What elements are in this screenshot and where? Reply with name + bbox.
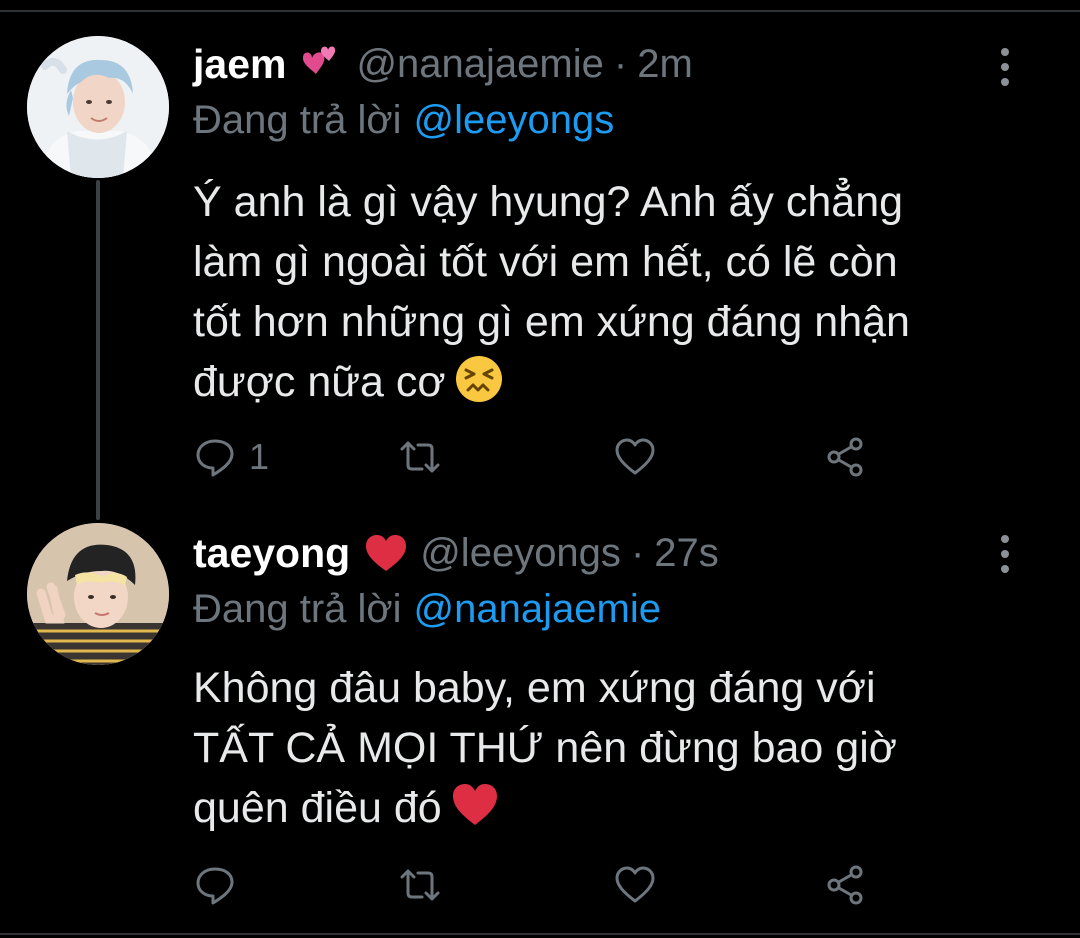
replying-to-mention[interactable]: @leeyongs xyxy=(414,98,615,142)
share-icon xyxy=(827,437,863,477)
more-options-button[interactable] xyxy=(990,45,1020,89)
more-dot-icon xyxy=(1001,535,1009,543)
tweet-text-line: TẤT CẢ MỌI THỨ nên đừng bao giờ xyxy=(193,724,897,772)
tweet-text-line-content: quên điều đó xyxy=(193,784,442,832)
retweet-button[interactable] xyxy=(398,432,454,482)
more-dot-icon xyxy=(1001,565,1009,573)
display-name[interactable]: taeyong xyxy=(193,530,350,577)
red-heart-emoji xyxy=(364,533,408,573)
confounded-face-emoji xyxy=(454,354,504,404)
retweet-icon xyxy=(400,869,440,901)
tweet-actions: 1 xyxy=(193,432,893,482)
user-handle[interactable]: @nanajaemie xyxy=(356,42,603,87)
timestamp[interactable]: 27s xyxy=(654,531,719,576)
avatar[interactable] xyxy=(27,36,169,178)
tweet-text: Ý anh là gì vậy hyung? Anh ấy chẳng làm … xyxy=(193,172,1053,412)
retweet-button[interactable] xyxy=(398,860,454,910)
replying-to-label: Đang trả lời xyxy=(193,98,402,142)
tweet-text-line-last: được nữa cơ xyxy=(193,352,1053,412)
reply-tweet-jaem[interactable]: jaem @nanajaemie · 2m Đang trả lời @leeyo… xyxy=(0,12,1080,512)
tweet-header: jaem @nanajaemie · 2m xyxy=(193,34,693,94)
separator-dot: · xyxy=(613,41,628,86)
retweet-icon xyxy=(400,441,440,473)
like-button[interactable] xyxy=(613,432,669,482)
profile-photo-jaem xyxy=(27,36,169,178)
tweet-text-line-last: quên điều đó xyxy=(193,778,1053,838)
separator-dot: · xyxy=(630,530,645,575)
tweet-text: Không đâu baby, em xứng đáng với TẤT CẢ … xyxy=(193,658,1053,838)
heart-icon xyxy=(615,438,655,475)
share-button[interactable] xyxy=(823,432,867,482)
reply-tweet-taeyong[interactable]: taeyong @leeyongs · 27s Đang trả lời @nan… xyxy=(0,512,1080,932)
tweet-text-line: Ý anh là gì vậy hyung? Anh ấy chẳng xyxy=(193,178,904,226)
like-button[interactable] xyxy=(613,860,669,910)
reply-count: 1 xyxy=(249,436,270,477)
tweet-header: taeyong @leeyongs · 27s xyxy=(193,523,719,583)
reply-icon xyxy=(196,439,234,477)
display-name[interactable]: jaem xyxy=(193,41,286,88)
bottom-divider xyxy=(0,933,1080,935)
timestamp[interactable]: 2m xyxy=(637,42,693,87)
tweet-text-line: tốt hơn những gì em xứng đáng nhận xyxy=(193,298,910,346)
reply-button[interactable]: 1 xyxy=(193,432,269,482)
reply-button[interactable] xyxy=(193,860,249,910)
reply-icon xyxy=(196,867,234,905)
more-dot-icon xyxy=(1001,550,1009,558)
replying-to-mention[interactable]: @nanajaemie xyxy=(414,587,661,631)
avatar[interactable] xyxy=(27,523,169,665)
two-hearts-emoji xyxy=(300,44,344,84)
more-dot-icon xyxy=(1001,48,1009,56)
red-heart-emoji xyxy=(450,780,500,830)
replying-to: Đang trả lời @leeyongs xyxy=(193,98,614,143)
share-button[interactable] xyxy=(823,860,867,910)
heart-icon xyxy=(615,866,655,903)
more-dot-icon xyxy=(1001,78,1009,86)
replying-to: Đang trả lời @nanajaemie xyxy=(193,587,661,632)
more-dot-icon xyxy=(1001,63,1009,71)
tweet-text-line: Không đâu baby, em xứng đáng với xyxy=(193,664,876,712)
profile-photo-taeyong xyxy=(27,523,169,665)
share-icon xyxy=(827,865,863,905)
user-handle[interactable]: @leeyongs xyxy=(420,531,621,576)
tweet-text-line-content: được nữa cơ xyxy=(193,358,446,406)
replying-to-label: Đang trả lời xyxy=(193,587,402,631)
tweet-text-line: làm gì ngoài tốt với em hết, có lẽ còn xyxy=(193,238,898,286)
more-options-button[interactable] xyxy=(990,532,1020,576)
tweet-actions xyxy=(193,860,893,910)
